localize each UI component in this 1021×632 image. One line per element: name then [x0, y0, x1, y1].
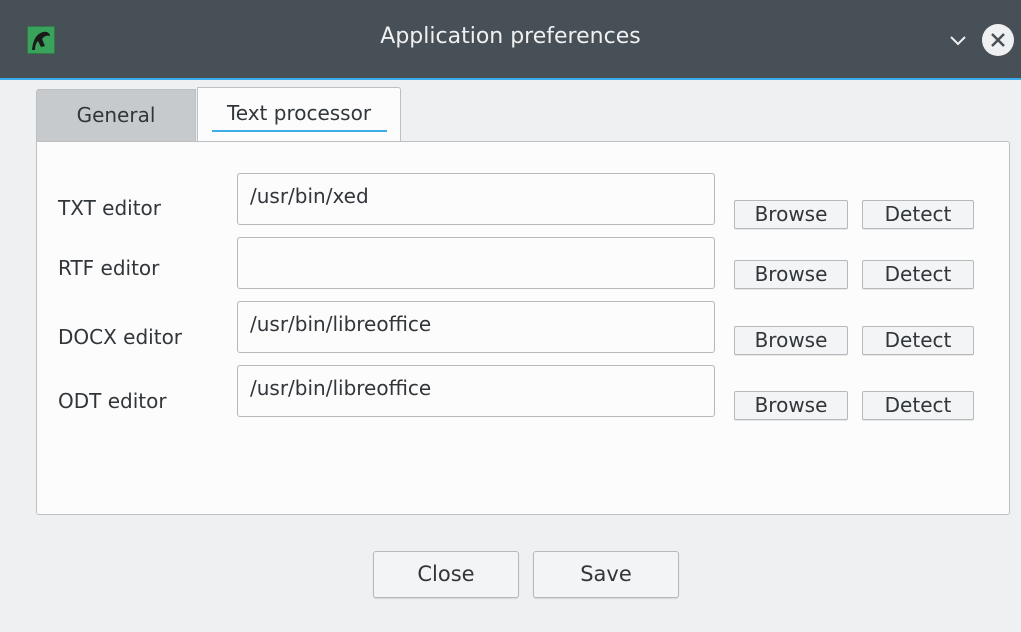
minimize-icon[interactable]: [946, 28, 970, 52]
save-button[interactable]: Save: [533, 551, 679, 598]
tab-text-processor[interactable]: Text processor: [197, 87, 401, 143]
odt-editor-field[interactable]: /usr/bin/libreoffice: [237, 365, 715, 417]
odt-browse-button[interactable]: Browse: [734, 391, 848, 420]
docx-browse-button[interactable]: Browse: [734, 326, 848, 355]
docx-detect-button[interactable]: Detect: [862, 326, 974, 355]
tab-general-label: General: [76, 103, 156, 127]
txt-editor-field[interactable]: /usr/bin/xed: [237, 173, 715, 225]
rtf-browse-button[interactable]: Browse: [734, 260, 848, 289]
text-processor-panel: TXT editor /usr/bin/xed Browse Detect RT…: [36, 141, 1010, 515]
rtf-editor-label: RTF editor: [58, 256, 160, 280]
odt-editor-label: ODT editor: [58, 389, 167, 413]
active-tab-indicator: [212, 130, 387, 132]
title-bar[interactable]: Application preferences: [0, 0, 1021, 80]
close-button[interactable]: Close: [373, 551, 519, 598]
docx-editor-label: DOCX editor: [58, 325, 183, 349]
editor-row-rtf: RTF editor Browse Detect: [37, 237, 1009, 289]
rtf-editor-field[interactable]: [237, 237, 715, 289]
editor-row-txt: TXT editor /usr/bin/xed Browse Detect: [37, 173, 1009, 229]
editor-row-docx: DOCX editor /usr/bin/libreoffice Browse …: [37, 301, 1009, 355]
tab-text-processor-label: Text processor: [226, 101, 372, 125]
docx-editor-field[interactable]: /usr/bin/libreoffice: [237, 301, 715, 353]
editor-row-odt: ODT editor /usr/bin/libreoffice Browse D…: [37, 365, 1009, 420]
rtf-detect-button[interactable]: Detect: [862, 260, 974, 289]
txt-detect-button[interactable]: Detect: [862, 200, 974, 229]
tab-general[interactable]: General: [36, 89, 196, 142]
window-title: Application preferences: [380, 24, 641, 49]
close-icon[interactable]: [982, 24, 1014, 56]
txt-editor-label: TXT editor: [58, 196, 161, 220]
txt-browse-button[interactable]: Browse: [734, 200, 848, 229]
odt-detect-button[interactable]: Detect: [862, 391, 974, 420]
